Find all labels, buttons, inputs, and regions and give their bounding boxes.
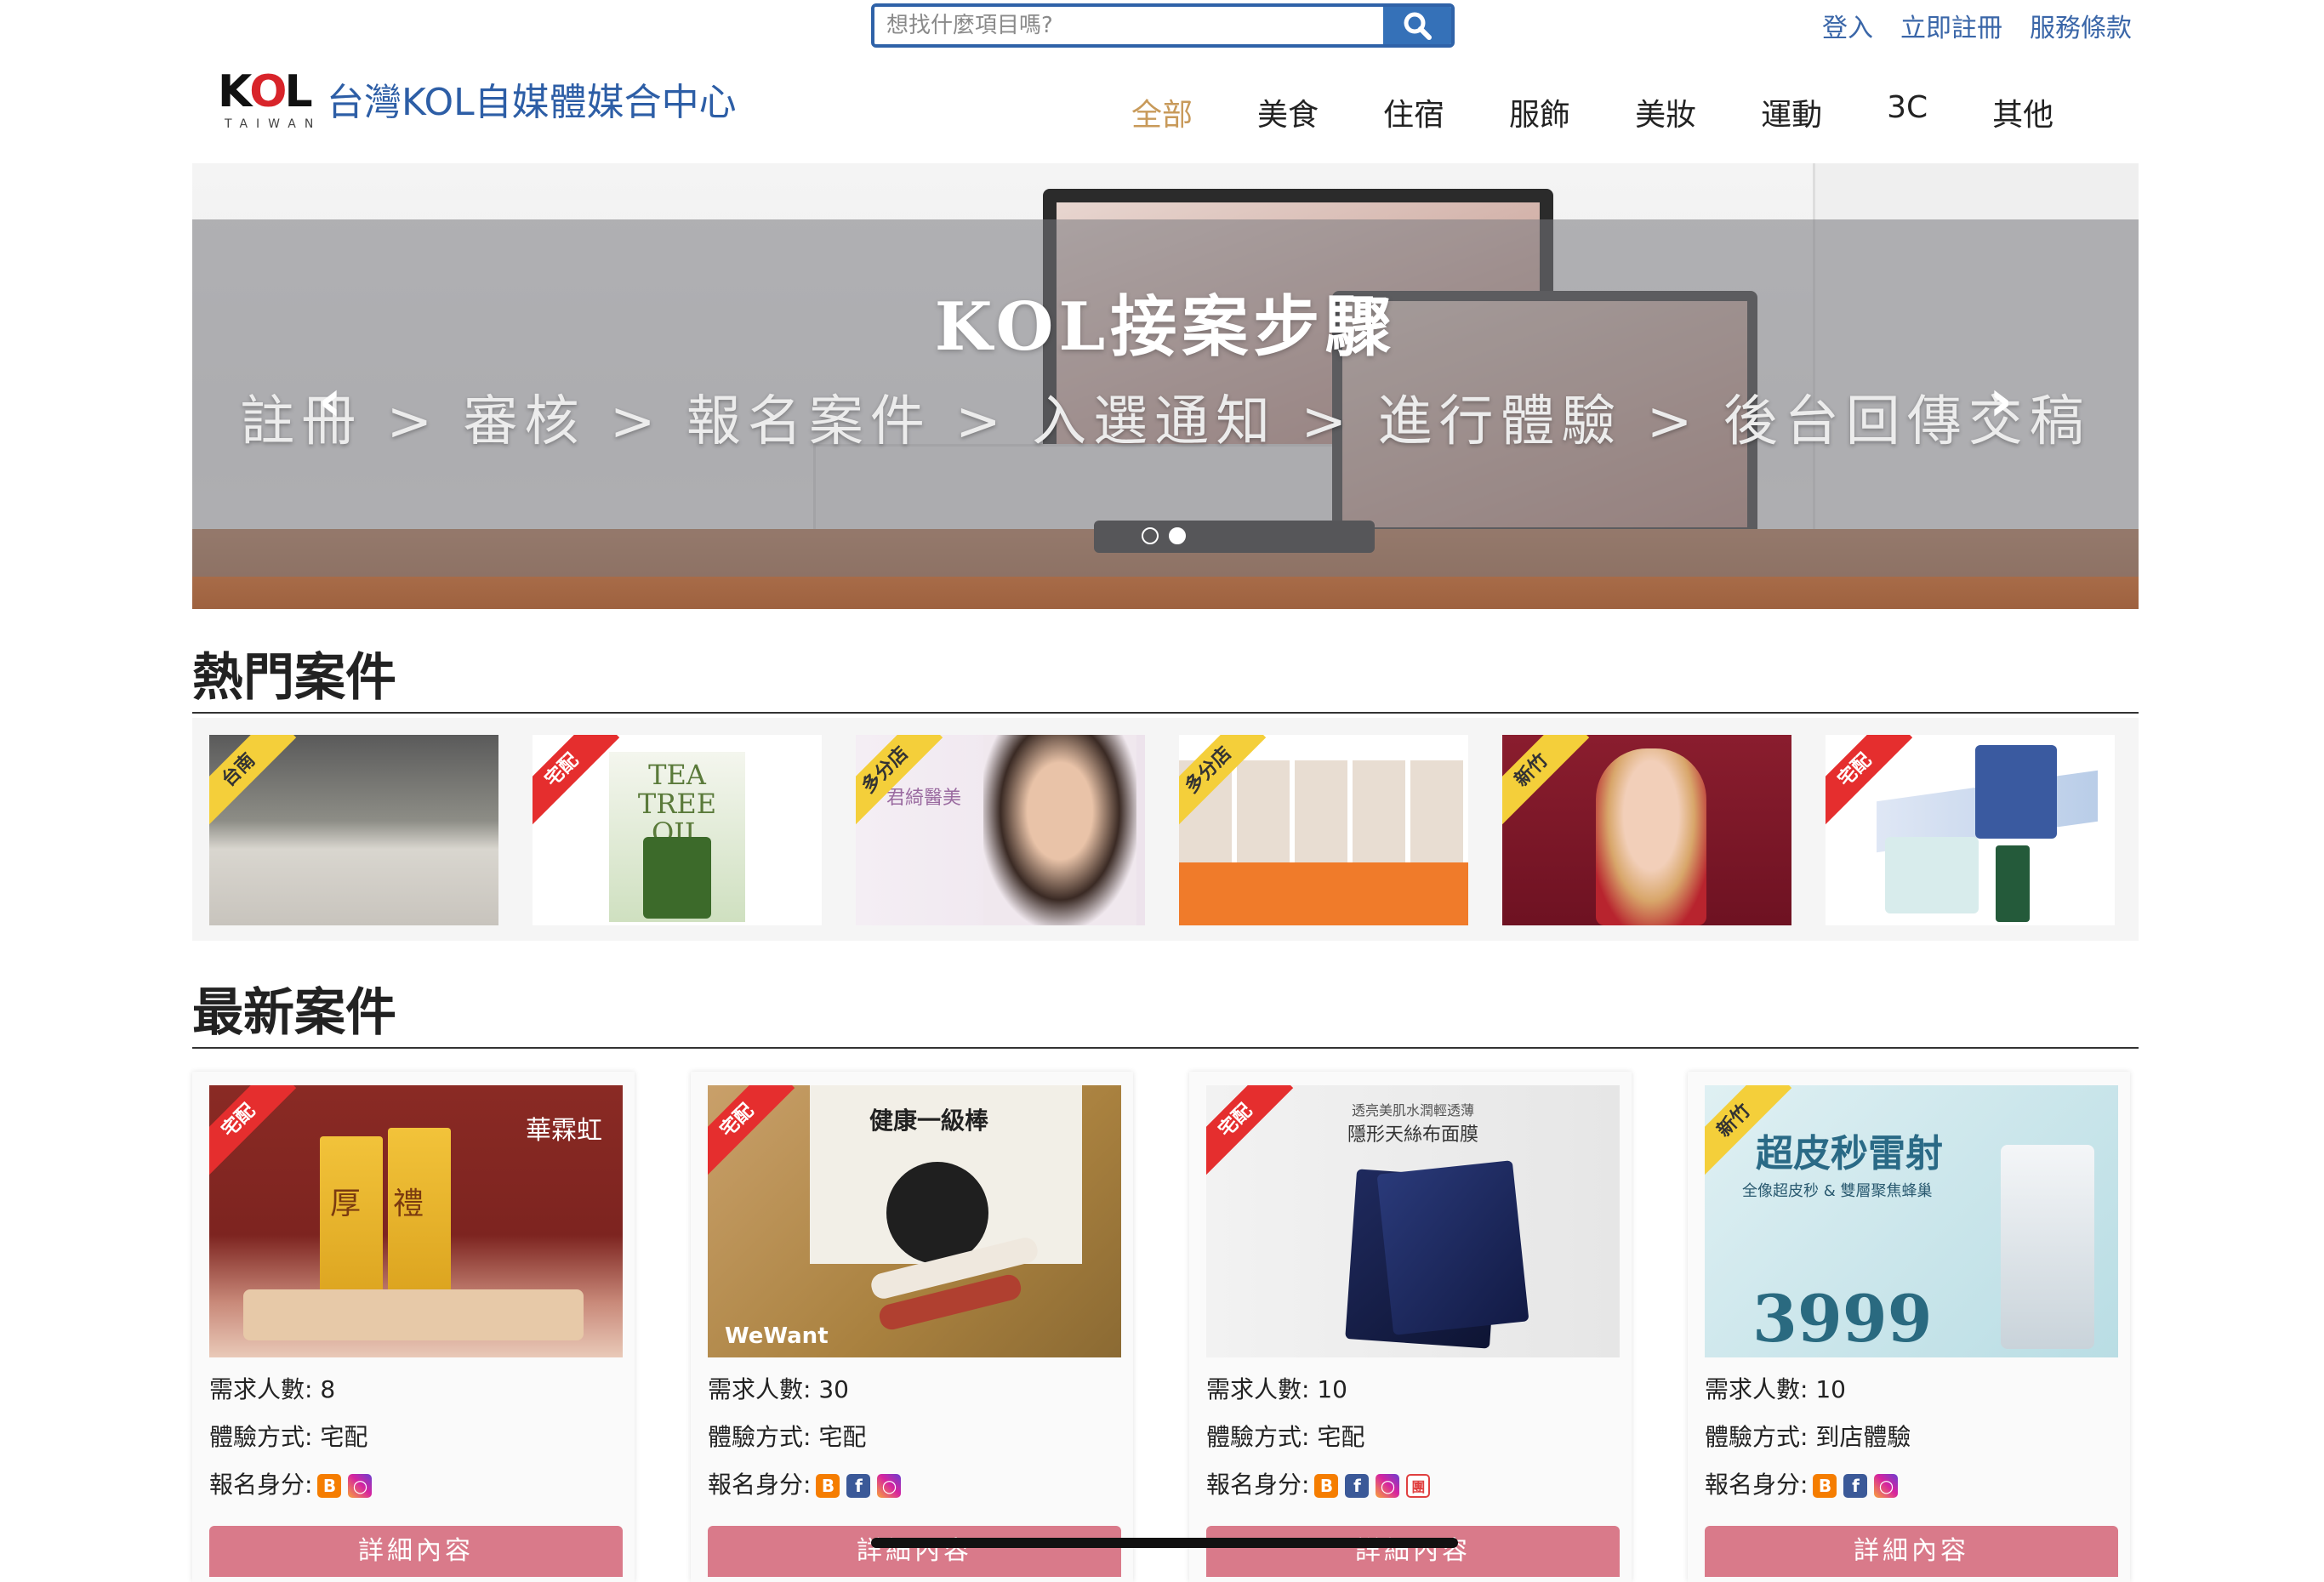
latest-cases-heading: 最新案件 [192, 971, 2139, 1049]
nav-item-sport[interactable]: 運動 [1761, 90, 1822, 134]
carousel-indicators [1142, 527, 1186, 544]
instagram-icon: ○ [348, 1474, 373, 1498]
facebook-icon: f [1345, 1474, 1370, 1498]
case-card-image: 透亮美肌水潤輕透薄 隱形天絲布面膜 宅配 [1206, 1085, 1620, 1357]
banner-title: KOL接案步驟 [934, 288, 1397, 366]
carousel-prev-icon[interactable]: ‹ [318, 367, 342, 435]
login-link[interactable]: 登入 [1822, 7, 1873, 44]
detail-button[interactable]: 詳細內容 [1705, 1526, 2118, 1577]
case-card-brand: 華霖虹 [526, 1116, 602, 1146]
nav-item-food[interactable]: 美食 [1257, 90, 1319, 134]
hot-case-tag: 台南 [209, 735, 297, 828]
category-nav: 全部 美食 住宿 服飾 美妝 運動 3C 其他 [1131, 90, 2118, 134]
search-bar [871, 3, 1455, 48]
nav-item-other[interactable]: 其他 [1992, 90, 2053, 134]
blog-icon: B [1813, 1474, 1837, 1498]
hot-case-5[interactable]: 新竹 [1502, 735, 1791, 925]
detail-button[interactable]: 詳細內容 [708, 1526, 1121, 1577]
case-card-product: 隱形天絲布面膜 [1347, 1124, 1478, 1146]
hot-case-tag: 新竹 [1502, 735, 1590, 828]
hot-case-6[interactable]: 宅配 [1826, 735, 2115, 925]
search-button[interactable] [1383, 7, 1451, 44]
account-links: 登入 立即註冊 服務條款 [1822, 7, 2132, 44]
hot-case-2[interactable]: TEA TREE OIL 宅配 [533, 735, 822, 925]
site-name: 台灣KOL自媒體媒合中心 [327, 81, 737, 124]
hot-case-product-text: TEA TREE OIL [637, 759, 717, 849]
case-card-method: 到店體驗 [1815, 1423, 1911, 1451]
hot-case-tag: 宅配 [533, 735, 620, 828]
instagram-icon: ○ [877, 1474, 902, 1498]
hot-cases-strip: 台南 TEA TREE OIL 宅配 君綺醫美 多分店 多分店 新竹 宅配 [192, 718, 2139, 941]
nav-item-all[interactable]: 全部 [1131, 90, 1193, 134]
blog-icon: B [1314, 1474, 1339, 1498]
case-card[interactable]: 超皮秒雷射 全像超皮秒 & 雙層聚焦蜂巢 3999 新竹 需求人數: 10 體驗… [1688, 1072, 2130, 1582]
case-card-image: 超皮秒雷射 全像超皮秒 & 雙層聚焦蜂巢 3999 新竹 [1705, 1085, 2118, 1357]
instagram-icon: ○ [1376, 1474, 1400, 1498]
logo-subtitle: TAIWAN [225, 117, 322, 131]
case-card-tag: 宅配 [209, 1085, 297, 1179]
terms-link[interactable]: 服務條款 [2030, 7, 2132, 44]
case-card-method: 宅配 [320, 1423, 368, 1451]
banner-carousel: KOL接案步驟 註冊 > 審核 > 報名案件 > 入選通知 > 進行體驗 > 後… [192, 163, 2139, 609]
case-card-need: 10 [1815, 1375, 1846, 1403]
nav-item-apparel[interactable]: 服飾 [1509, 90, 1570, 134]
home-indicator [871, 1538, 1458, 1548]
case-card-product: 厚禮 [330, 1186, 457, 1221]
detail-button[interactable]: 詳細內容 [209, 1526, 623, 1577]
search-icon [1404, 12, 1432, 40]
case-card-need: 10 [1317, 1375, 1347, 1403]
nav-item-beauty[interactable]: 美妝 [1635, 90, 1696, 134]
hot-case-brand-text: 君綺醫美 [886, 788, 962, 809]
case-card-brand: WeWant [725, 1323, 829, 1349]
case-card[interactable]: 健康一級棒 WeWant 宅配 需求人數: 30 體驗方式: 宅配 報名身分: … [691, 1072, 1133, 1582]
carousel-next-icon[interactable]: › [1989, 367, 2013, 435]
search-input[interactable] [874, 7, 1383, 44]
instagram-icon: ○ [1874, 1474, 1899, 1498]
hot-case-tag: 多分店 [856, 735, 943, 828]
site-logo[interactable]: KOL TAIWAN 台灣KOL自媒體媒合中心 [218, 66, 737, 136]
hot-case-4[interactable]: 多分店 [1179, 735, 1468, 925]
facebook-icon: f [1843, 1474, 1868, 1498]
hot-cases-heading: 熱門案件 [192, 636, 2139, 714]
banner-steps: 註冊 > 審核 > 報名案件 > 入選通知 > 進行體驗 > 後台回傳交稿 [240, 390, 2091, 453]
case-card[interactable]: 厚禮 華霖虹 宅配 需求人數: 8 體驗方式: 宅配 報名身分: B ○ 詳細內… [192, 1072, 635, 1582]
hot-case-3[interactable]: 君綺醫美 多分店 [856, 735, 1145, 925]
case-card-price: 3999 [1752, 1281, 1933, 1357]
case-card-product: 健康一級棒 [869, 1107, 988, 1135]
blog-icon: B [816, 1474, 840, 1498]
hot-case-1[interactable]: 台南 [209, 735, 498, 925]
case-card-product: 超皮秒雷射 [1756, 1132, 1943, 1175]
nav-item-3c[interactable]: 3C [1887, 90, 1928, 134]
case-card-brand: 全像超皮秒 & 雙層聚焦蜂巢 [1742, 1182, 1933, 1200]
case-card-image: 健康一級棒 WeWant 宅配 [708, 1085, 1121, 1357]
case-card-method: 宅配 [1317, 1423, 1365, 1451]
case-card-need: 8 [320, 1375, 336, 1403]
carousel-dot-2[interactable] [1169, 527, 1186, 544]
case-card-tag: 宅配 [708, 1085, 795, 1179]
case-card-method: 宅配 [818, 1423, 867, 1451]
case-card-need: 30 [818, 1375, 849, 1403]
blog-icon: B [317, 1474, 342, 1498]
carousel-dot-1[interactable] [1142, 527, 1159, 544]
logo-mark: KOL TAIWAN [218, 66, 322, 131]
detail-button[interactable]: 詳細內容 [1206, 1526, 1620, 1577]
register-link[interactable]: 立即註冊 [1900, 7, 2002, 44]
group-icon: 團 [1406, 1474, 1431, 1498]
case-card-image: 厚禮 華霖虹 宅配 [209, 1085, 623, 1357]
case-card[interactable]: 透亮美肌水潤輕透薄 隱形天絲布面膜 宅配 需求人數: 10 體驗方式: 宅配 報… [1189, 1072, 1632, 1582]
facebook-icon: f [846, 1474, 871, 1498]
nav-item-stay[interactable]: 住宿 [1383, 90, 1444, 134]
